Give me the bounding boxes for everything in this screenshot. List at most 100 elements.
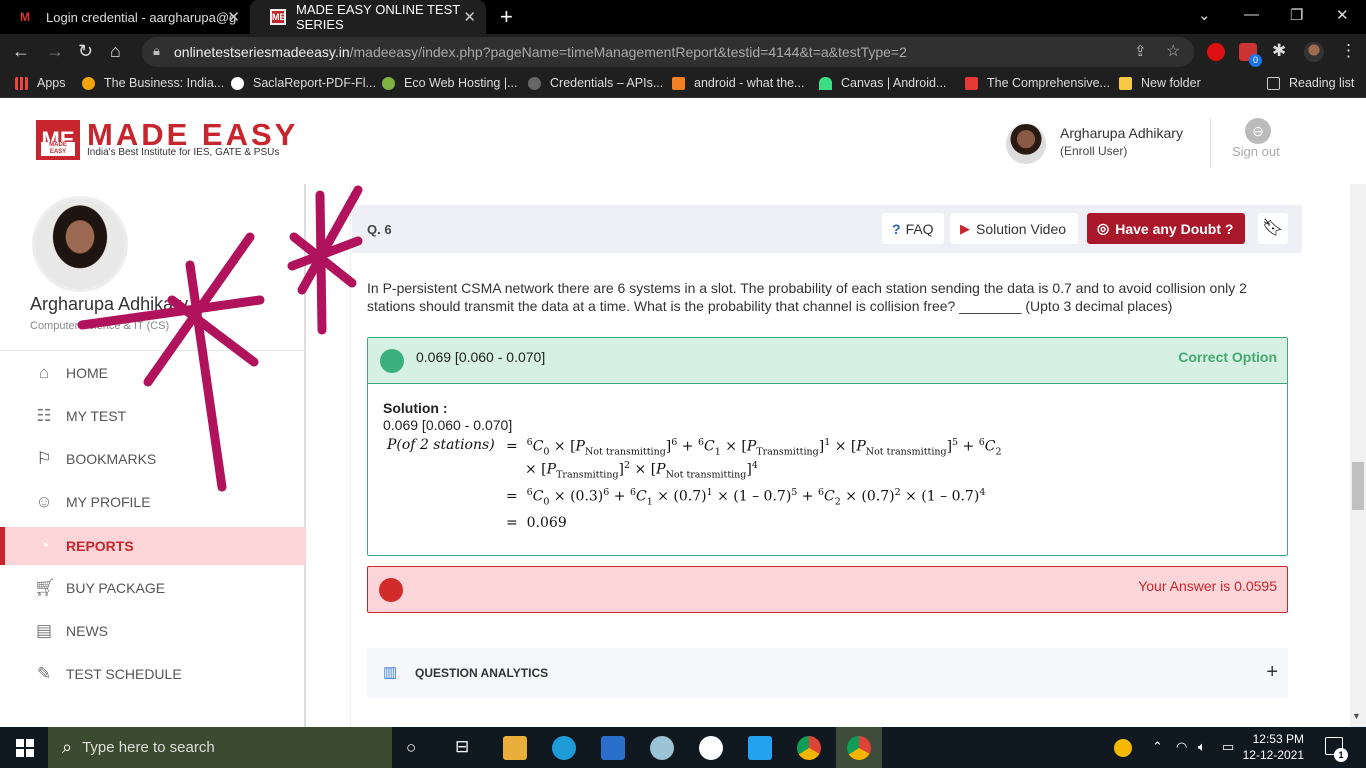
- user-name: Argharupa Adhikary: [1060, 125, 1183, 141]
- bookmark-icon: 🔖︎: [1262, 218, 1284, 237]
- wordpress-icon: [231, 76, 244, 90]
- your-answer-label: Your Answer is 0.0595: [1138, 578, 1277, 594]
- cart-icon: 🛒︎: [34, 578, 56, 597]
- windows-taskbar: ⌕ Type here to search ○ ⊟ ⌃ ◠ 🔈︎ ▭ 12:53…: [0, 727, 1366, 768]
- page-scrollbar[interactable]: [1350, 184, 1366, 727]
- star-icon[interactable]: ☆: [1166, 41, 1180, 61]
- close-tab-icon[interactable]: ✕: [463, 8, 476, 26]
- bookmarks-bar: Apps The Business: India... SaclaReport-…: [0, 70, 1366, 98]
- sidebar-item-my-test[interactable]: ☷ MY TEST: [0, 397, 306, 435]
- chrome-icon[interactable]: [797, 736, 821, 760]
- address-bar-row: ← → ↻ ⌂ 🔒︎ onlinetestseriesmadeeasy.in/m…: [0, 34, 1366, 70]
- sidebar-item-bookmarks[interactable]: ⚐ BOOKMARKS: [0, 440, 306, 478]
- logo-tagline: India's Best Institute for IES, GATE & P…: [87, 147, 280, 158]
- gmail-icon: M: [20, 10, 30, 24]
- android-icon: [819, 76, 832, 90]
- bookmark-icon: ⚐: [36, 449, 52, 468]
- sidebar-item-test-schedule[interactable]: ✎ TEST SCHEDULE: [0, 655, 306, 693]
- faq-button[interactable]: ? FAQ: [882, 213, 944, 244]
- reload-icon[interactable]: ↻: [78, 41, 93, 62]
- volume-icon[interactable]: 🔈︎: [1198, 739, 1206, 755]
- back-icon[interactable]: ←: [12, 41, 30, 62]
- bookmark-item[interactable]: Eco Web Hosting |...: [382, 76, 517, 90]
- search-placeholder: Type here to search: [82, 739, 215, 756]
- clock-time: 12:53 PM: [1252, 732, 1304, 746]
- adblock-extension-icon[interactable]: [1207, 43, 1225, 61]
- cortana-icon[interactable]: ○: [406, 738, 416, 758]
- edge-icon[interactable]: [552, 736, 576, 760]
- gear-icon: [528, 76, 541, 90]
- close-window-icon[interactable]: ✕: [1336, 6, 1349, 24]
- battery-icon[interactable]: ▭: [1222, 739, 1234, 755]
- search-icon: ⌕: [62, 737, 73, 757]
- paint-icon[interactable]: [650, 736, 674, 760]
- taskbar-clock[interactable]: 12:53 PM 12-12-2021: [1240, 731, 1304, 763]
- menu-icon[interactable]: ⋮: [1340, 41, 1357, 61]
- profile-avatar[interactable]: [1304, 42, 1324, 62]
- sidebar-item-my-profile[interactable]: ☺ MY PROFILE: [0, 483, 306, 521]
- bookmark-folder[interactable]: New folder: [1119, 76, 1201, 90]
- correct-option-label: Correct Option: [1178, 349, 1277, 365]
- your-answer-panel: Your Answer is 0.0595: [367, 566, 1288, 613]
- windows-start-icon[interactable]: [16, 739, 34, 757]
- chrome-active-window[interactable]: [836, 727, 882, 768]
- task-view-icon[interactable]: ⊟: [455, 737, 469, 757]
- question-text: In P-persistent CSMA network there are 6…: [367, 280, 1247, 314]
- scrollbar-thumb[interactable]: [1352, 462, 1364, 510]
- sidebar-item-buy-package[interactable]: 🛒︎ BUY PACKAGE: [0, 569, 306, 607]
- sidebar-item-reports[interactable]: ◔ REPORTS: [0, 527, 306, 565]
- sidebar-user-branch: Computer Science & IT (CS): [30, 320, 170, 332]
- news-icon: ▤: [35, 621, 53, 640]
- sidebar-item-news[interactable]: ▤ NEWS: [0, 612, 306, 650]
- bookmark-question-button[interactable]: 🔖︎: [1258, 213, 1288, 244]
- sidebar-user-name: Argharupa Adhikary: [30, 294, 189, 314]
- bookmark-item[interactable]: android - what the...: [672, 76, 804, 90]
- url-bar[interactable]: 🔒︎ onlinetestseriesmadeeasy.in/madeeasy/…: [142, 37, 1194, 67]
- extensions-puzzle-icon[interactable]: ✱: [1272, 41, 1286, 61]
- question-header: Q. 6 ? FAQ ▶ Solution Video ◎ Have any Doub…: [352, 205, 1302, 253]
- tab-search-icon[interactable]: ⌄: [1198, 6, 1211, 24]
- test-icon: ☷: [36, 406, 52, 425]
- tab-gmail[interactable]: M Login credential - aargharupa@g ✕: [0, 0, 250, 34]
- question-analytics-accordion[interactable]: ▥ QUESTION ANALYTICS +: [367, 648, 1288, 698]
- correct-option-row: 0.069 [0.060 - 0.070] Correct Option: [368, 338, 1287, 384]
- share-icon[interactable]: ⇪: [1134, 42, 1147, 60]
- tab-label: MADE EASY ONLINE TEST SERIES: [296, 2, 460, 32]
- sidebar-item-home[interactable]: ⌂ HOME: [0, 354, 306, 392]
- bookmark-item[interactable]: The Comprehensive...: [965, 76, 1110, 90]
- user-avatar: [1006, 124, 1046, 164]
- taskbar-search-box[interactable]: ⌕ Type here to search: [48, 727, 392, 768]
- close-tab-icon[interactable]: ✕: [227, 8, 240, 26]
- bookmark-item[interactable]: SaclaReport-PDF-Fl...: [231, 76, 376, 90]
- vscode-icon[interactable]: [748, 736, 772, 760]
- signout-link[interactable]: Sign out: [1232, 144, 1280, 159]
- forward-icon[interactable]: →: [46, 41, 64, 62]
- expand-plus-icon[interactable]: +: [1266, 661, 1278, 684]
- home-browser-icon[interactable]: ⌂: [110, 41, 121, 62]
- weather-icon[interactable]: [1114, 739, 1132, 757]
- restore-icon[interactable]: ❐: [1290, 6, 1303, 24]
- minimize-icon[interactable]: —: [1244, 6, 1259, 23]
- bookmark-item[interactable]: The Business: India...: [82, 76, 224, 90]
- sidebar: Argharupa Adhikary Computer Science & IT…: [0, 184, 306, 727]
- bookmark-item[interactable]: Canvas | Android...: [819, 76, 946, 90]
- solution-video-button[interactable]: ▶ Solution Video: [950, 213, 1078, 244]
- tab-made-easy[interactable]: ME MADE EASY ONLINE TEST SERIES ✕: [250, 0, 486, 34]
- bookmark-apps[interactable]: Apps: [15, 76, 66, 90]
- app-icon[interactable]: [699, 736, 723, 760]
- analytics-title: QUESTION ANALYTICS: [415, 666, 549, 680]
- chrome-profile-icon: [847, 736, 871, 760]
- bookmark-item[interactable]: Credentials – APIs...: [528, 76, 663, 90]
- reading-list[interactable]: Reading list: [1267, 76, 1354, 90]
- signout-icon[interactable]: ⊖: [1245, 118, 1271, 144]
- wifi-icon[interactable]: ◠: [1176, 739, 1187, 755]
- have-doubt-button[interactable]: ◎ Have any Doubt ?: [1087, 213, 1245, 244]
- made-easy-favicon-icon: ME: [270, 9, 286, 25]
- new-tab-icon[interactable]: +: [500, 4, 513, 30]
- correct-answer-panel: 0.069 [0.060 - 0.070] Correct Option Sol…: [367, 337, 1288, 556]
- scroll-down-arrow-icon[interactable]: ▼: [1352, 711, 1361, 721]
- tray-chevron-icon[interactable]: ⌃: [1152, 739, 1163, 755]
- wrong-indicator-icon: [379, 578, 403, 602]
- file-explorer-icon[interactable]: [503, 736, 527, 760]
- store-icon[interactable]: [601, 736, 625, 760]
